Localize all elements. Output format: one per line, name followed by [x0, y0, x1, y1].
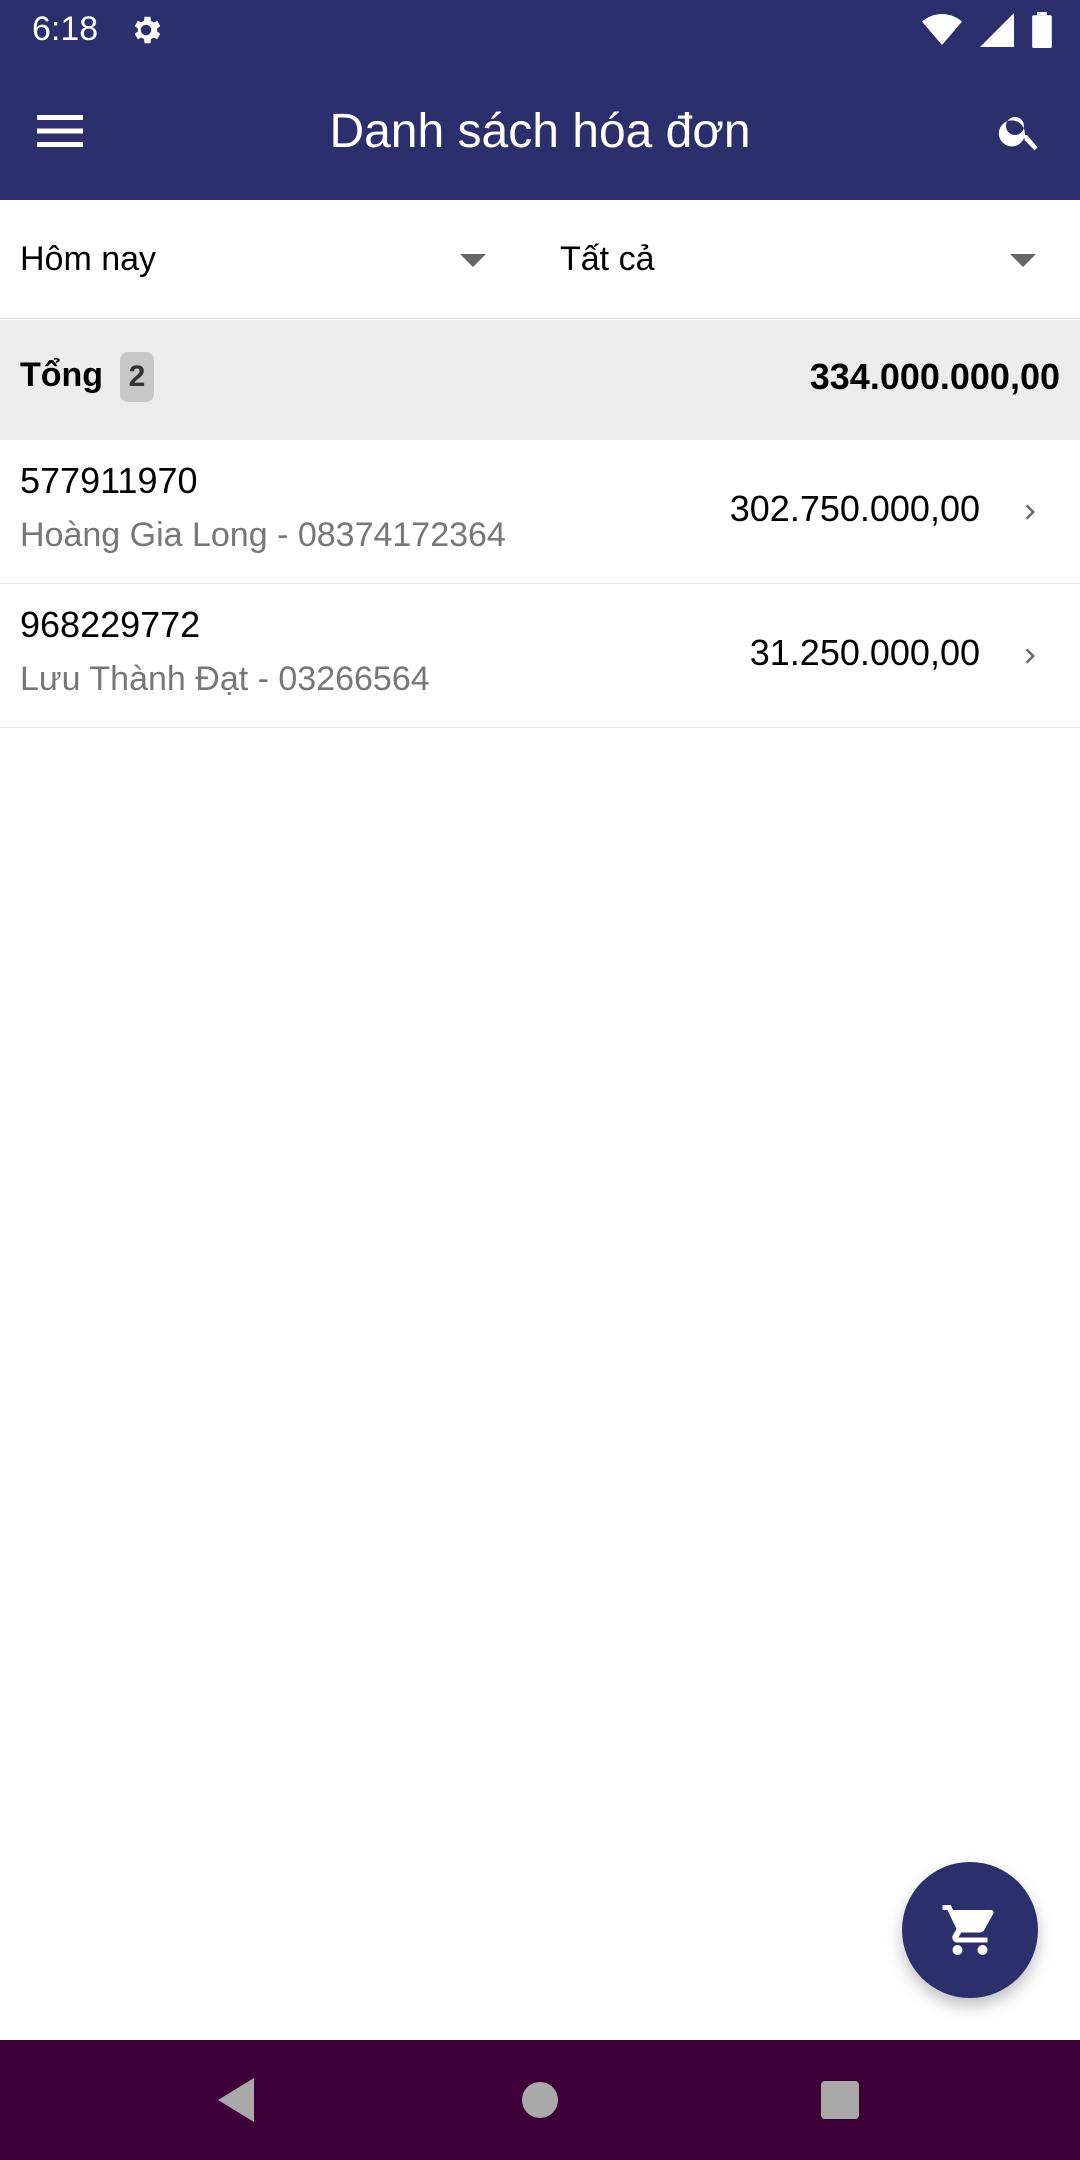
cart-icon — [942, 1905, 994, 1955]
status-icons — [922, 12, 1052, 53]
date-filter-value: Hôm nay — [20, 239, 157, 278]
cart-fab-button[interactable] — [902, 1862, 1038, 1998]
status-time: 6:18 — [32, 10, 99, 48]
invoice-list: 577911970 Hoàng Gia Long - 08374172364 3… — [0, 440, 1080, 728]
filter-bar: Hôm nay Tất cả — [0, 200, 1080, 319]
home-icon — [522, 2082, 558, 2118]
invoice-row[interactable]: 968229772 Lưu Thành Đạt - 03266564 31.25… — [0, 584, 1080, 728]
summary-total: 334.000.000,00 — [809, 356, 1060, 397]
wifi-icon — [922, 13, 962, 52]
page-title: Danh sách hóa đơn — [329, 104, 751, 158]
status-filter-dropdown[interactable]: Tất cả — [540, 216, 1080, 302]
back-icon — [218, 2078, 254, 2122]
chevron-down-icon — [1010, 254, 1036, 267]
status-bar: 6:18 — [0, 0, 1080, 62]
chevron-right-icon[interactable] — [1000, 484, 1060, 540]
invoice-amount: 302.750.000,00 — [729, 488, 980, 529]
signal-icon — [980, 13, 1014, 52]
search-button[interactable] — [980, 93, 1060, 169]
nav-home-button[interactable] — [480, 2070, 600, 2130]
recents-icon — [821, 2081, 859, 2119]
chevron-down-icon — [460, 254, 486, 267]
menu-button[interactable] — [20, 93, 100, 169]
nav-back-button[interactable] — [178, 2070, 298, 2130]
date-filter-dropdown[interactable]: Hôm nay — [0, 216, 530, 302]
system-nav-bar — [0, 2040, 1080, 2160]
summary-bar: Tổng 2 334.000.000,00 — [0, 320, 1080, 440]
menu-icon — [37, 115, 83, 147]
invoice-code: 577911970 — [20, 460, 198, 501]
invoice-row[interactable]: 577911970 Hoàng Gia Long - 08374172364 3… — [0, 440, 1080, 584]
invoice-code: 968229772 — [20, 604, 201, 645]
summary-count-badge: 2 — [120, 352, 154, 402]
invoice-customer: Hoàng Gia Long - 08374172364 — [20, 516, 506, 554]
search-icon — [998, 117, 1038, 151]
gear-icon — [128, 12, 168, 52]
battery-icon — [1032, 12, 1052, 53]
status-filter-value: Tất cả — [560, 239, 655, 278]
chevron-right-icon[interactable] — [1000, 628, 1060, 684]
invoice-customer: Lưu Thành Đạt - 03266564 — [20, 660, 430, 698]
summary-label: Tổng — [20, 356, 104, 394]
nav-recents-button[interactable] — [780, 2070, 900, 2130]
invoice-amount: 31.250.000,00 — [749, 632, 980, 673]
app-bar: Danh sách hóa đơn — [0, 62, 1080, 200]
